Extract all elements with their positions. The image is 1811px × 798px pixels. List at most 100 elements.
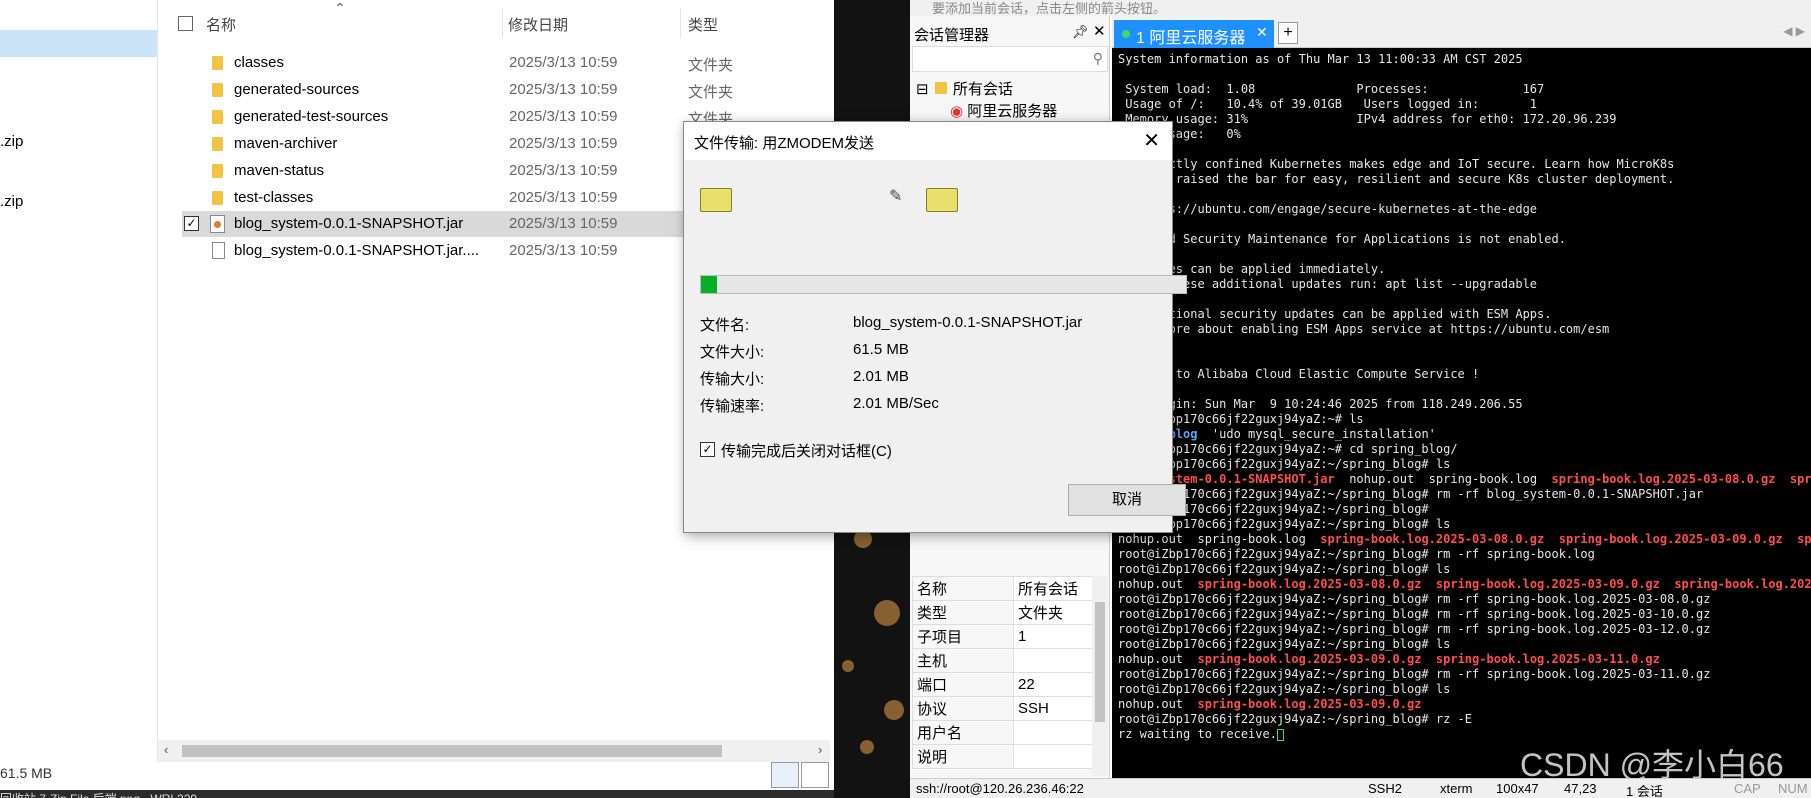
status-bar: ssh://root@120.26.236.46:22 SSH2 xterm 1… (910, 778, 1811, 798)
new-tab-button[interactable]: + (1278, 22, 1298, 44)
status-sessions: 1 会话 (1626, 784, 1663, 798)
folder-icon (212, 56, 223, 70)
status-size: 100x47 (1496, 781, 1539, 796)
explorer-nav-pane: .zip .zip (0, 0, 158, 762)
details-view-icon[interactable] (771, 762, 799, 788)
file-date: 2025/3/13 10:59 (509, 108, 618, 125)
file-name: generated-sources (234, 81, 360, 98)
folder-icon (212, 110, 223, 124)
pin-icon[interactable]: 📌︎ (1072, 24, 1089, 40)
filename-label: 文件名: (700, 317, 750, 334)
file-date: 2025/3/13 10:59 (509, 162, 618, 179)
folder-icon (212, 137, 223, 151)
tab-close-icon[interactable]: ✕ (1256, 24, 1268, 41)
tab-aliyun-server[interactable]: 1 阿里云服务器 ✕ (1114, 20, 1274, 48)
property-key: 名称 (912, 576, 1014, 601)
column-header-name[interactable]: 名称 (206, 14, 236, 35)
folder-icon (212, 83, 223, 97)
close-on-finish-label[interactable]: 传输完成后关闭对话框(C) (721, 440, 892, 461)
close-on-finish-checkbox[interactable]: ✓ (700, 442, 715, 457)
scroll-right-icon[interactable]: › (818, 742, 822, 757)
file-type: 文件夹 (688, 84, 734, 101)
terminal-output[interactable]: System information as of Thu Mar 13 11:0… (1112, 48, 1811, 778)
file-date: 2025/3/13 10:59 (509, 135, 618, 152)
nav-selected-item[interactable] (0, 30, 157, 57)
rate-label: 传输速率: (700, 398, 765, 415)
tree-node-aliyun[interactable]: ◉ 阿里云服务器 (950, 100, 1057, 121)
jar-file-icon (210, 215, 225, 233)
file-date: 2025/3/13 10:59 (509, 189, 618, 206)
transferred-label: 传输大小: (700, 371, 765, 388)
scroll-left-icon[interactable]: ‹ (164, 742, 168, 757)
rate-value: 2.01 MB/Sec (853, 395, 939, 412)
file-date: 2025/3/13 10:59 (509, 54, 618, 71)
dialog-title: 文件传输: 用ZMODEM发送 (694, 135, 874, 152)
properties-scrollbar[interactable] (1092, 576, 1108, 776)
file-date: 2025/3/13 10:59 (509, 81, 618, 98)
tab-label: 1 阿里云服务器 (1136, 30, 1246, 47)
dialog-close-icon[interactable]: ✕ (1143, 128, 1160, 153)
source-folder-icon (700, 188, 732, 212)
select-all-checkbox[interactable] (178, 16, 193, 31)
status-cursor-pos: 47,23 (1564, 781, 1597, 796)
column-separator[interactable] (502, 8, 503, 38)
property-row: 主机 (912, 648, 1108, 673)
file-name: blog_system-0.0.1-SNAPSHOT.jar.... (234, 242, 480, 259)
property-row: 名称 所有会话 (912, 576, 1108, 601)
connected-status-icon (1122, 30, 1130, 38)
transferred-value: 2.01 MB (853, 368, 909, 385)
column-separator[interactable] (680, 8, 681, 38)
file-name: maven-archiver (234, 135, 338, 152)
tab-scroll-arrows-icon[interactable]: ◀ ▶ (1783, 24, 1805, 38)
column-header-date[interactable]: 修改日期 (508, 14, 568, 35)
terminal-text: System information as of Thu Mar 13 11:0… (1118, 52, 1811, 741)
row-checkbox[interactable]: ✓ (184, 216, 199, 231)
transfer-animation-icon: ✎ (889, 188, 903, 205)
file-name: blog_system-0.0.1-SNAPSHOT.jar (234, 215, 464, 232)
close-icon[interactable]: ✕ (1093, 22, 1106, 40)
file-name: classes (234, 54, 285, 71)
property-key: 用户名 (912, 720, 1014, 745)
property-row: 类型 文件夹 (912, 600, 1108, 625)
status-connection: ssh://root@120.26.236.46:22 (916, 781, 1084, 796)
explorer-status-size: 61.5 MB (0, 765, 53, 781)
terminal-tab-bar: 1 阿里云服务器 ✕ + ◀ ▶ (1112, 16, 1811, 48)
property-key: 说明 (912, 744, 1014, 769)
status-protocol: SSH2 (1368, 781, 1402, 796)
horizontal-scrollbar[interactable]: ‹ › (158, 740, 830, 762)
filename-value: blog_system-0.0.1-SNAPSHOT.jar (853, 314, 1083, 331)
property-key: 子项目 (912, 624, 1014, 649)
file-date: 2025/3/13 10:59 (509, 215, 618, 232)
file-icon (212, 242, 225, 259)
progress-fill (701, 276, 717, 293)
status-cap: CAP (1734, 781, 1761, 796)
file-name: maven-status (234, 162, 325, 179)
file-name: test-classes (234, 189, 314, 206)
folder-icon (934, 82, 947, 94)
status-num: NUM (1778, 781, 1808, 796)
file-date: 2025/3/13 10:59 (509, 242, 618, 259)
collapse-icon[interactable]: ⊟ (916, 81, 929, 98)
file-type: 文件夹 (688, 57, 734, 74)
tree-node-all-sessions[interactable]: ⊟ 所有会话 (916, 78, 1013, 99)
session-hint-text: 要添加当前会话，点击左侧的箭头按钮。 (932, 1, 1167, 16)
search-icon[interactable]: ⚲ (1093, 50, 1103, 67)
nav-item-zip-1[interactable]: .zip (0, 133, 23, 150)
property-row: 用户名 (912, 720, 1108, 745)
property-key: 端口 (912, 672, 1014, 697)
property-key: 主机 (912, 648, 1014, 673)
transfer-progress-bar (700, 275, 1187, 294)
scroll-thumb[interactable] (182, 745, 722, 757)
property-row: 说明 (912, 744, 1108, 769)
nav-item-zip-2[interactable]: .zip (0, 193, 23, 210)
dialog-titlebar[interactable]: 文件传输: 用ZMODEM发送 ✕ (684, 122, 1172, 160)
session-search-input[interactable]: ⚲ (912, 46, 1108, 72)
cancel-button[interactable]: 取消 (1068, 484, 1186, 516)
thumbnail-view-icon[interactable] (801, 762, 829, 788)
filesize-value: 61.5 MB (853, 341, 909, 358)
property-key: 类型 (912, 600, 1014, 625)
property-row: 协议 SSH (912, 696, 1108, 721)
column-header-type[interactable]: 类型 (688, 14, 718, 35)
scroll-thumb[interactable] (1095, 602, 1105, 722)
session-icon: ◉ (950, 103, 964, 120)
